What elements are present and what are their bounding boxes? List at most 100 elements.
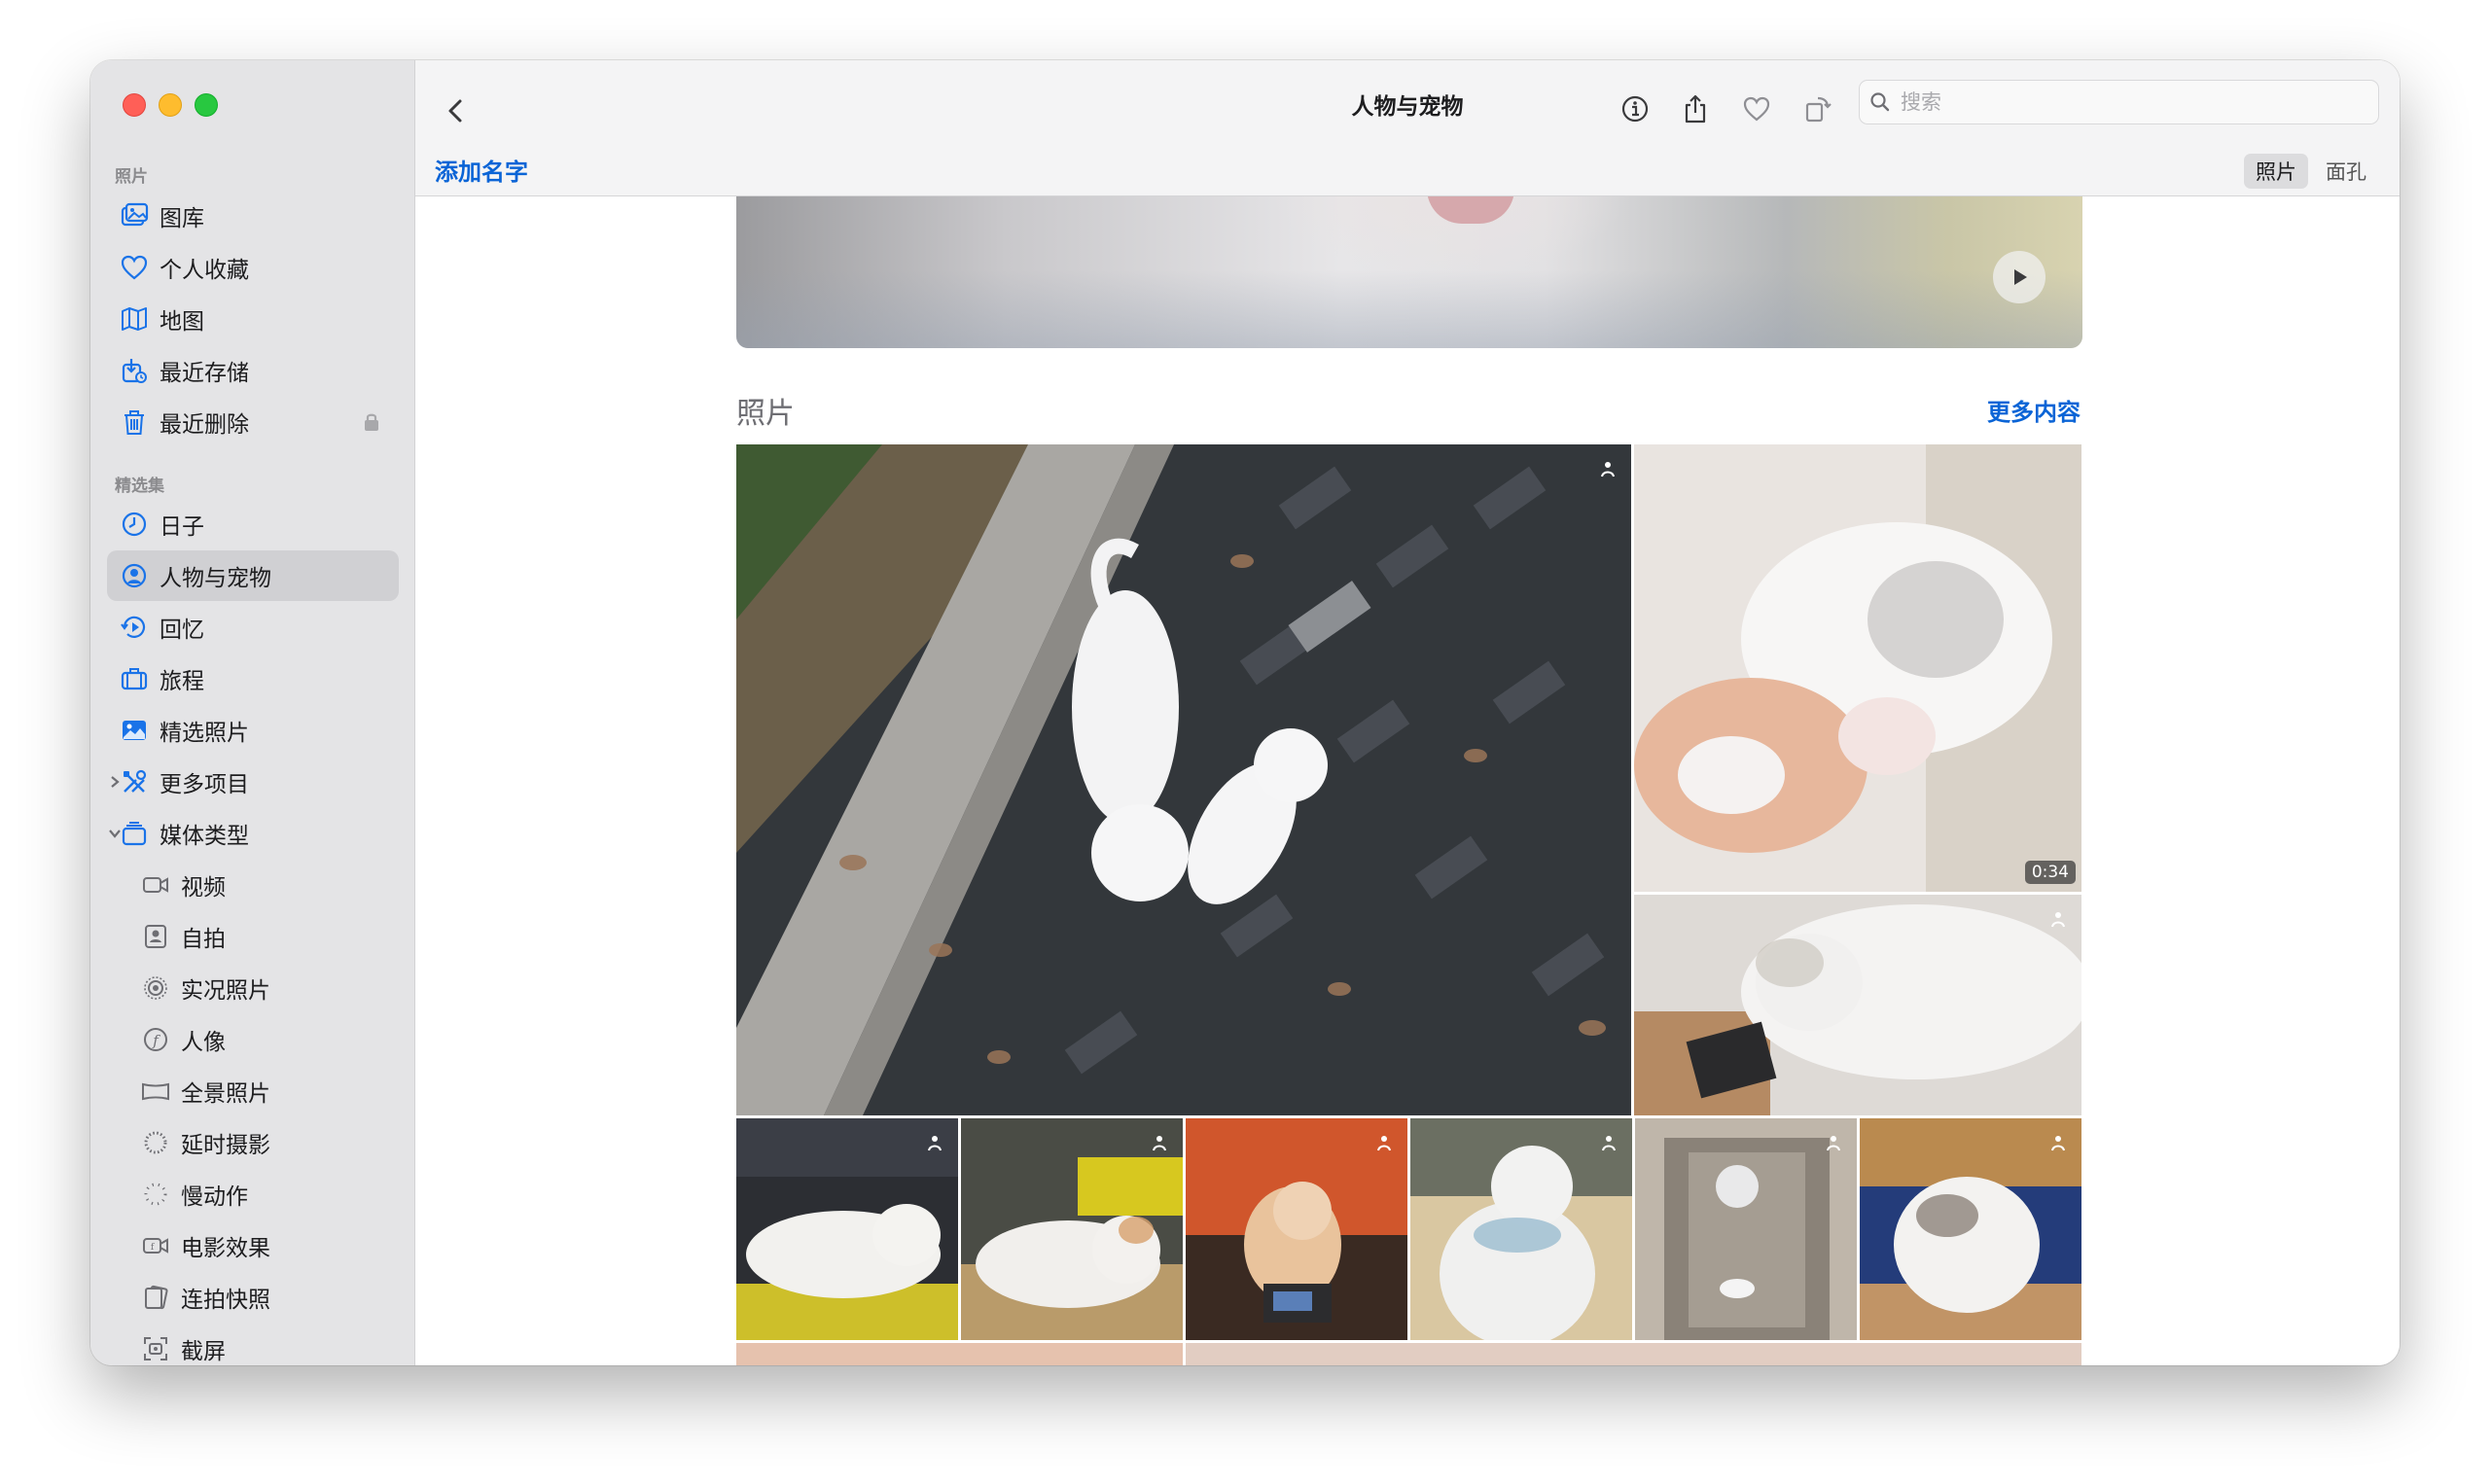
sidebar-item-label: 旅程 (160, 669, 204, 694)
cat-nose (1427, 194, 1514, 224)
sidebar-item-label: 最近存储 (160, 361, 249, 386)
svg-text:f: f (152, 1032, 160, 1049)
selfie-icon (140, 921, 171, 952)
search-icon (1870, 92, 1890, 112)
sidebar-item-label: 回忆 (160, 618, 204, 643)
sidebar-item-bursts[interactable]: 连拍快照 (107, 1272, 399, 1323)
sidebar-item-panoramas[interactable]: 全景照片 (107, 1066, 399, 1116)
sidebar-item-label: 慢动作 (181, 1184, 248, 1210)
sidebar-item-screenshots[interactable]: 截屏 (107, 1324, 399, 1365)
photo-library-icon (119, 200, 150, 231)
key-photo-video[interactable] (736, 194, 2082, 348)
sidebar-item-live-photos[interactable]: 实况照片 (107, 963, 399, 1013)
photo-thumbnail[interactable] (736, 1118, 958, 1340)
favorite-button[interactable] (1735, 84, 1778, 134)
rotate-button[interactable] (1796, 84, 1839, 134)
info-icon (1621, 95, 1649, 123)
sidebar-item-label: 自拍 (181, 927, 226, 952)
sidebar-item-recently-saved[interactable]: 最近存储 (107, 345, 399, 396)
sidebar-item-label: 实况照片 (181, 978, 270, 1004)
photo-thumbnail[interactable] (1186, 1118, 1407, 1340)
slowmo-icon (140, 1179, 171, 1210)
shared-library-icon (928, 1136, 942, 1151)
suitcase-icon (119, 663, 150, 694)
segment-photos[interactable]: 照片 (2244, 154, 2308, 189)
search-field[interactable] (1859, 80, 2379, 124)
sidebar-item-selfies[interactable]: 自拍 (107, 911, 399, 962)
shared-library-icon (1601, 462, 1615, 477)
photo-thumbnail[interactable] (961, 1118, 1183, 1340)
window-controls (123, 93, 218, 117)
featured-photo-icon (119, 715, 150, 746)
sidebar-item-label: 媒体类型 (160, 824, 249, 849)
sidebar-item-featured-photos[interactable]: 精选照片 (107, 705, 399, 756)
sidebar-item-library[interactable]: 图库 (107, 191, 399, 241)
sidebar-section-header-photos: 照片 (115, 167, 148, 187)
minimize-button[interactable] (159, 93, 182, 117)
share-button[interactable] (1674, 84, 1717, 134)
photo-thumbnail[interactable] (736, 1343, 1183, 1365)
sidebar-item-label: 日子 (160, 514, 204, 540)
toolbar: 人物与宠物 添加名字 照片 面孔 (415, 60, 2400, 196)
sidebar-item-favorites[interactable]: 个人收藏 (107, 242, 399, 293)
recently-saved-icon (119, 355, 150, 386)
photo-thumbnail[interactable] (1410, 1118, 1632, 1340)
photo-thumbnail[interactable] (1186, 1343, 2081, 1365)
sidebar-item-label: 地图 (160, 309, 204, 335)
show-more-link[interactable]: 更多内容 (1987, 393, 2081, 427)
info-button[interactable] (1614, 84, 1656, 134)
share-icon (1685, 94, 1706, 124)
close-button[interactable] (123, 93, 146, 117)
sidebar: 照片 图库 个人收藏 地图 最近存储 最近删除 精选集 日子 人物与宠物 回忆 … (90, 60, 415, 1365)
sidebar-item-days[interactable]: 日子 (107, 499, 399, 549)
segment-faces[interactable]: 面孔 (2314, 154, 2378, 189)
sidebar-item-memories[interactable]: 回忆 (107, 602, 399, 653)
video-thumbnail[interactable]: 0:34 (1634, 444, 2081, 892)
shared-library-icon (1602, 1136, 1616, 1151)
screenshot-icon (140, 1333, 171, 1364)
sidebar-item-timelapse[interactable]: 延时摄影 (107, 1117, 399, 1168)
rotate-icon (1805, 96, 1832, 123)
sidebar-item-cinematic[interactable]: f 电影效果 (107, 1220, 399, 1271)
main-content-area: 人物与宠物 添加名字 照片 面孔 (415, 60, 2400, 1365)
sidebar-item-slow-motion[interactable]: 慢动作 (107, 1169, 399, 1219)
search-input[interactable] (1899, 89, 2350, 115)
photo-thumbnail[interactable] (1634, 895, 2081, 1115)
shared-library-icon (1377, 1136, 1391, 1151)
sidebar-item-label: 更多项目 (160, 772, 249, 797)
person-circle-icon (119, 560, 150, 591)
chevron-right-icon[interactable] (105, 770, 124, 794)
zoom-button[interactable] (195, 93, 218, 117)
portrait-icon: f (140, 1024, 171, 1055)
cinematic-icon: f (140, 1230, 171, 1261)
chevron-down-icon[interactable] (105, 822, 124, 845)
play-icon (2014, 269, 2027, 285)
heart-icon (119, 252, 150, 283)
lock-icon (365, 413, 378, 431)
photos-section-title: 照片 (736, 397, 795, 431)
photo-thumbnail[interactable] (736, 444, 1631, 1115)
shared-library-icon (1827, 1136, 1840, 1151)
sidebar-item-label: 最近删除 (160, 412, 249, 438)
sidebar-item-label: 全景照片 (181, 1081, 270, 1107)
add-name-button[interactable]: 添加名字 (435, 153, 528, 187)
memories-icon (119, 612, 150, 643)
back-chevron-icon[interactable] (439, 86, 474, 136)
panorama-icon (140, 1076, 171, 1107)
sidebar-item-label: 人像 (181, 1030, 226, 1055)
sidebar-item-people-and-pets[interactable]: 人物与宠物 (107, 550, 399, 601)
sidebar-item-portrait[interactable]: f 人像 (107, 1014, 399, 1065)
shared-library-icon (2051, 1136, 2065, 1151)
photo-thumbnail[interactable] (1860, 1118, 2081, 1340)
sidebar-item-more-projects[interactable]: 更多项目 (107, 757, 399, 807)
sidebar-item-map[interactable]: 地图 (107, 294, 399, 344)
live-photo-icon (140, 972, 171, 1004)
sidebar-item-label: 精选照片 (160, 721, 249, 746)
sidebar-item-media-types[interactable]: 媒体类型 (107, 808, 399, 859)
play-button[interactable] (1993, 251, 2045, 303)
sidebar-item-videos[interactable]: 视频 (107, 860, 399, 910)
sidebar-item-recently-deleted[interactable]: 最近删除 (107, 397, 399, 447)
photo-thumbnail[interactable] (1635, 1118, 1857, 1340)
sidebar-item-trips[interactable]: 旅程 (107, 654, 399, 704)
heart-icon (1743, 96, 1770, 122)
